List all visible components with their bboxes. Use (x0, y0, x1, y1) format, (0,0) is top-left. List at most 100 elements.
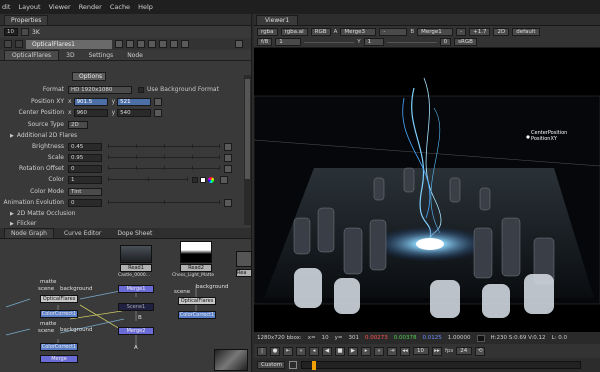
tab-3d[interactable]: 3D (59, 51, 81, 60)
additional-flares-toggle-icon[interactable]: ▶ (10, 133, 14, 139)
view-mode-dropdown[interactable]: 2D (493, 27, 510, 36)
fstop-field[interactable]: f/8 (257, 38, 273, 46)
menu-render[interactable]: Render (79, 3, 102, 11)
tab-node[interactable]: Node (120, 51, 150, 60)
step-forward-button[interactable]: ▸ (361, 346, 371, 356)
center-x-input[interactable]: 960 (73, 108, 108, 117)
colorspace-dropdown[interactable]: sRGB (454, 38, 477, 46)
prev-keyframe-button[interactable]: « (296, 346, 306, 356)
read3-node[interactable]: Rea (236, 269, 252, 277)
node-color-swatch[interactable] (15, 40, 23, 48)
camera-icon[interactable]: ● (270, 346, 280, 356)
step-back-button[interactable]: ◂ (309, 346, 319, 356)
menu-viewer[interactable]: Viewer (49, 3, 71, 11)
center-position-anim-button[interactable] (154, 108, 163, 117)
tab-properties[interactable]: Properties (4, 14, 49, 25)
node-gl-color-button[interactable] (137, 40, 145, 48)
matte-occlusion-toggle-icon[interactable]: ▶ (10, 211, 14, 217)
merge2-node[interactable]: Merge2 (118, 327, 154, 335)
stop-button[interactable]: ■ (335, 346, 345, 356)
gain-field[interactable]: +1.7 (469, 27, 491, 36)
brightness-anim-button[interactable] (224, 142, 232, 151)
channels-dropdown[interactable]: rgba (257, 27, 278, 36)
playback-mode-button[interactable]: ⟲ (475, 346, 486, 356)
a-input-dropdown[interactable]: Merge3 (340, 27, 377, 36)
node-collapse-button[interactable] (4, 40, 12, 48)
read2-node[interactable]: Read2 (180, 264, 212, 272)
fps-field[interactable]: 24 (456, 347, 473, 355)
additional-flares-label[interactable]: Additional 2D Flares (17, 132, 77, 139)
node-float-button[interactable] (181, 40, 189, 48)
menu-layout[interactable]: Layout (18, 3, 40, 11)
flicker-label[interactable]: Flicker (17, 220, 37, 227)
node-revert-button[interactable] (170, 40, 178, 48)
max-panels-field[interactable]: 10 (4, 28, 18, 36)
brightness-slider[interactable] (108, 144, 220, 148)
flicker-toggle-icon[interactable]: ▶ (10, 221, 14, 227)
node-undo-button[interactable] (148, 40, 156, 48)
tab-node-graph[interactable]: Node Graph (4, 228, 54, 238)
gamma-field[interactable]: 1 (363, 38, 384, 46)
node-tile-color-button[interactable] (126, 40, 134, 48)
timeline-scrubber[interactable] (301, 361, 581, 370)
frame-range-dropdown[interactable]: Custom (257, 361, 285, 369)
center-y-input[interactable]: 540 (117, 108, 152, 117)
scale-anim-button[interactable] (224, 153, 232, 162)
properties-scrollbar[interactable] (244, 75, 251, 225)
position-y-input[interactable]: 521 (117, 97, 152, 106)
format-dropdown[interactable]: HD 1920x1080 (68, 85, 132, 94)
frame-increment-field[interactable]: 10 (413, 347, 429, 355)
lut-dropdown[interactable]: default (512, 27, 540, 36)
rotation-offset-input[interactable]: 0 (68, 164, 102, 173)
color-input[interactable]: 1 (68, 175, 102, 184)
color-wheel-icon[interactable] (208, 176, 214, 183)
skip-forward-button[interactable]: ▸▸ (432, 346, 442, 356)
read1-node[interactable]: Read1 (120, 264, 152, 272)
tab-opticalflares[interactable]: OpticalFlares (4, 50, 60, 60)
tab-settings[interactable]: Settings (82, 51, 121, 60)
color-mode-dropdown[interactable]: Tint (68, 187, 102, 196)
display-channel-dropdown[interactable]: RGB (310, 27, 331, 36)
rotation-offset-slider[interactable] (108, 166, 220, 170)
color-slider[interactable] (108, 177, 188, 181)
menu-help[interactable]: Help (138, 3, 153, 11)
position-xy-overlay-label[interactable]: PositionXY (531, 136, 557, 142)
brightness-input[interactable]: 0.45 (68, 142, 102, 151)
colorcorrect-node-2[interactable]: ColorCorrect1 (178, 311, 216, 319)
frame-offset-field[interactable]: 0 (439, 38, 452, 46)
lock-range-icon[interactable] (289, 361, 297, 369)
color-channels-button[interactable] (192, 176, 198, 183)
node-graph-canvas[interactable]: Read1 Castle_0000... Read2 Chess_Light_M… (0, 239, 252, 372)
tab-dope-sheet[interactable]: Dope Sheet (111, 229, 158, 238)
properties-scrollbar-thumb[interactable] (245, 79, 250, 179)
matte-occlusion-label[interactable]: 2D Matte Occlusion (17, 210, 76, 217)
skip-back-button[interactable]: ◂◂ (400, 346, 410, 356)
node-close-button[interactable] (235, 40, 243, 48)
menu-cache[interactable]: Cache (110, 3, 130, 11)
opticalflares-node-1[interactable]: OpticalFlares (40, 295, 78, 303)
compare-mode-dropdown[interactable]: - (379, 27, 408, 36)
scale-slider[interactable] (108, 155, 220, 159)
animation-evolution-slider[interactable] (108, 200, 220, 204)
last-frame-button[interactable]: ⇥ (387, 346, 397, 356)
first-frame-button[interactable]: ⇤ (283, 346, 293, 356)
rotation-offset-anim-button[interactable] (224, 164, 232, 173)
use-bg-format-checkbox[interactable] (138, 86, 144, 93)
gamma-slider[interactable] (386, 41, 437, 43)
color-anim-button[interactable] (220, 175, 228, 184)
tab-curve-editor[interactable]: Curve Editor (58, 229, 107, 238)
gain-value-field[interactable]: 1 (275, 38, 302, 46)
gain-slider[interactable] (304, 41, 355, 43)
colorcorrect-node-3[interactable]: ColorCorrect1 (40, 343, 78, 351)
in-point-button[interactable]: | (257, 346, 267, 356)
node-help-button[interactable] (115, 40, 123, 48)
clear-panels-button[interactable] (21, 28, 29, 36)
node-name-field[interactable]: OpticalFlares1 (26, 39, 112, 49)
tab-viewer1[interactable]: Viewer1 (256, 14, 299, 25)
animation-evolution-input[interactable]: 0 (68, 198, 102, 207)
wipe-mode-dropdown[interactable]: - (456, 27, 467, 36)
scale-input[interactable]: 0.95 (68, 153, 102, 162)
animation-evolution-anim-button[interactable] (224, 198, 232, 207)
node-redo-button[interactable] (159, 40, 167, 48)
viewer-canvas[interactable]: CenterPosition PositionXY (254, 48, 600, 332)
